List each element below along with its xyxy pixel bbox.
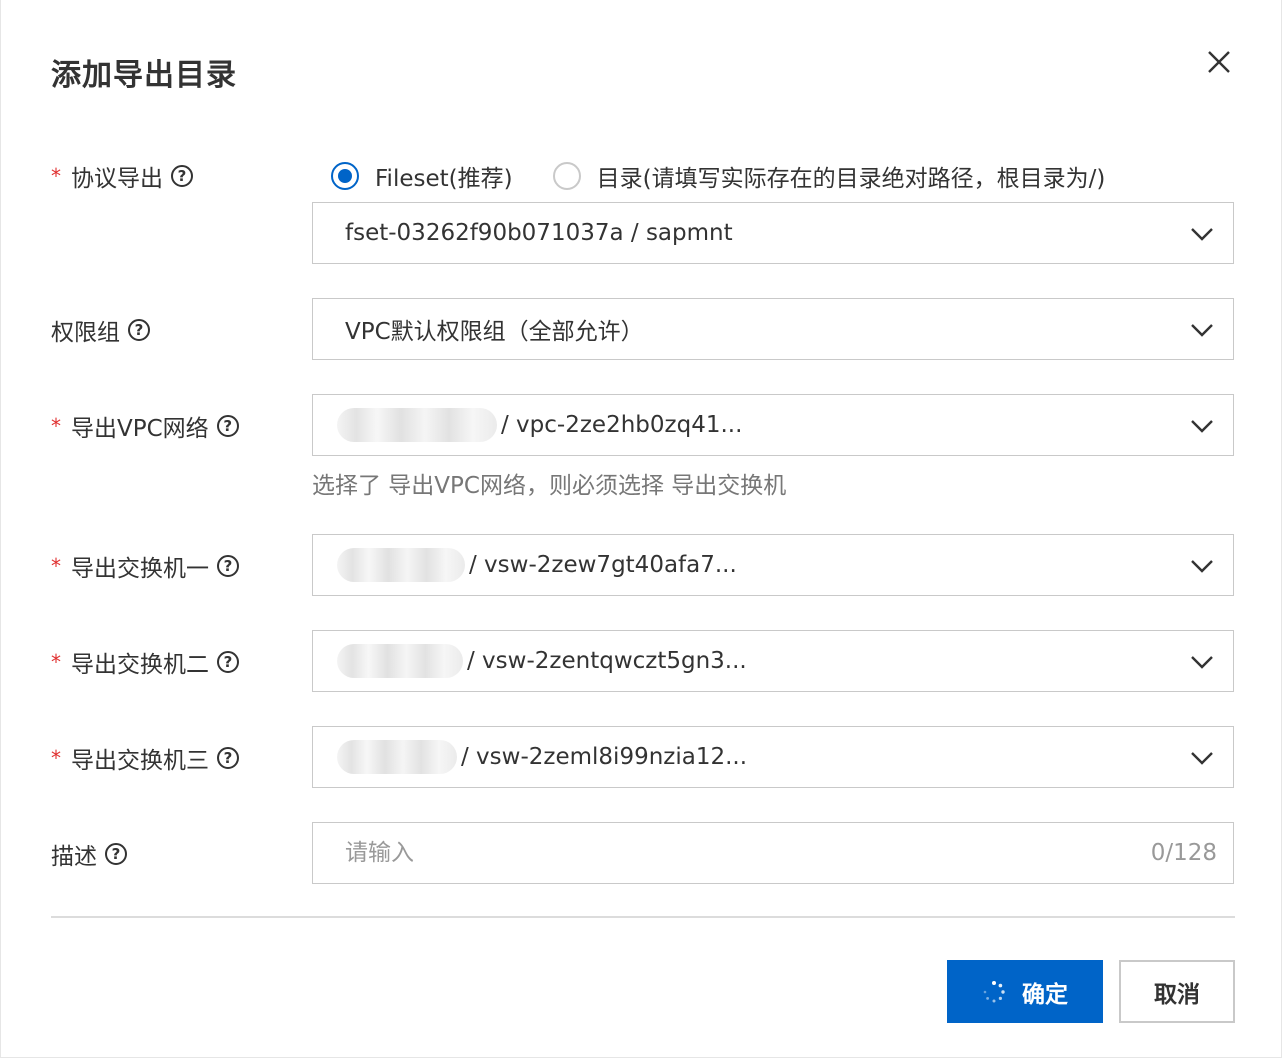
permission-group-value: VPC默认权限组（全部允许）	[345, 319, 644, 345]
required-mark: *	[51, 650, 61, 674]
switch-3-label: * 导出交换机三 ?	[51, 738, 239, 778]
switch-2-label: * 导出交换机二 ?	[51, 642, 239, 682]
chevron-down-icon	[1191, 656, 1213, 669]
switch-3-value: / vsw-2zeml8i99nzia12...	[461, 744, 748, 770]
permission-group-select[interactable]: VPC默认权限组（全部允许）	[312, 298, 1234, 360]
export-vpc-value: / vpc-2ze2hb0zq41...	[501, 412, 743, 438]
permission-group-label: 权限组 ?	[51, 310, 150, 350]
chevron-down-icon	[1191, 228, 1213, 241]
switch-1-label: * 导出交换机一 ?	[51, 546, 239, 586]
switch-3-select[interactable]: / vsw-2zeml8i99nzia12...	[312, 726, 1234, 788]
help-icon[interactable]: ?	[171, 165, 193, 187]
loading-spinner-icon	[983, 980, 1005, 1002]
radio-unchecked-indicator	[552, 162, 581, 190]
redacted-switch-name	[337, 644, 463, 678]
description-input[interactable]	[313, 823, 1151, 883]
chevron-down-icon	[1191, 324, 1213, 337]
help-icon[interactable]: ?	[217, 555, 239, 577]
export-vpc-label: * 导出VPC网络 ?	[51, 406, 239, 446]
redacted-vpc-name	[337, 408, 497, 442]
chevron-down-icon	[1191, 560, 1213, 573]
confirm-button[interactable]: 确定	[947, 960, 1103, 1023]
close-button[interactable]	[1201, 44, 1237, 80]
chevron-down-icon	[1191, 752, 1213, 765]
switch-1-value: / vsw-2zew7gt40afa7...	[469, 552, 737, 578]
fileset-select-value: fset-03262f90b071037a / sapmnt	[345, 220, 733, 246]
chevron-down-icon	[1191, 420, 1213, 433]
fileset-select[interactable]: fset-03262f90b071037a / sapmnt	[312, 202, 1234, 264]
radio-directory[interactable]: 目录(请填写实际存在的目录绝对路径，根目录为/)	[552, 159, 1105, 193]
required-mark: *	[51, 746, 61, 770]
redacted-switch-name	[337, 740, 457, 774]
redacted-switch-name	[337, 548, 465, 582]
description-field-wrapper: 0/128	[312, 822, 1234, 884]
switch-1-select[interactable]: / vsw-2zew7gt40afa7...	[312, 534, 1234, 596]
dialog-title: 添加导出目录	[51, 58, 237, 93]
switch-2-value: / vsw-2zentqwczt5gn3...	[467, 648, 747, 674]
switch-2-select[interactable]: / vsw-2zentqwczt5gn3...	[312, 630, 1234, 692]
radio-fileset[interactable]: Fileset(推荐)	[331, 159, 513, 193]
required-mark: *	[51, 554, 61, 578]
protocol-export-label: * 协议导出 ?	[51, 156, 193, 196]
cancel-button[interactable]: 取消	[1119, 960, 1235, 1023]
export-vpc-select[interactable]: / vpc-2ze2hb0zq41...	[312, 394, 1234, 456]
footer-divider	[51, 916, 1235, 918]
add-export-directory-dialog: 添加导出目录 * 协议导出 ? Fileset(推荐) 目录(请填写实际存在的目…	[0, 0, 1282, 1058]
export-vpc-hint: 选择了 导出VPC网络，则必须选择 导出交换机	[312, 473, 787, 499]
description-label: 描述 ?	[51, 834, 127, 874]
character-counter: 0/128	[1150, 840, 1217, 866]
radio-checked-indicator	[331, 162, 359, 190]
close-icon	[1208, 51, 1230, 73]
help-icon[interactable]: ?	[128, 319, 150, 341]
help-icon[interactable]: ?	[217, 651, 239, 673]
help-icon[interactable]: ?	[105, 843, 127, 865]
help-icon[interactable]: ?	[216, 415, 239, 437]
help-icon[interactable]: ?	[217, 747, 239, 769]
required-mark: *	[51, 164, 61, 188]
protocol-export-radio-group: Fileset(推荐) 目录(请填写实际存在的目录绝对路径，根目录为/)	[331, 156, 1145, 196]
required-mark: *	[51, 414, 61, 438]
